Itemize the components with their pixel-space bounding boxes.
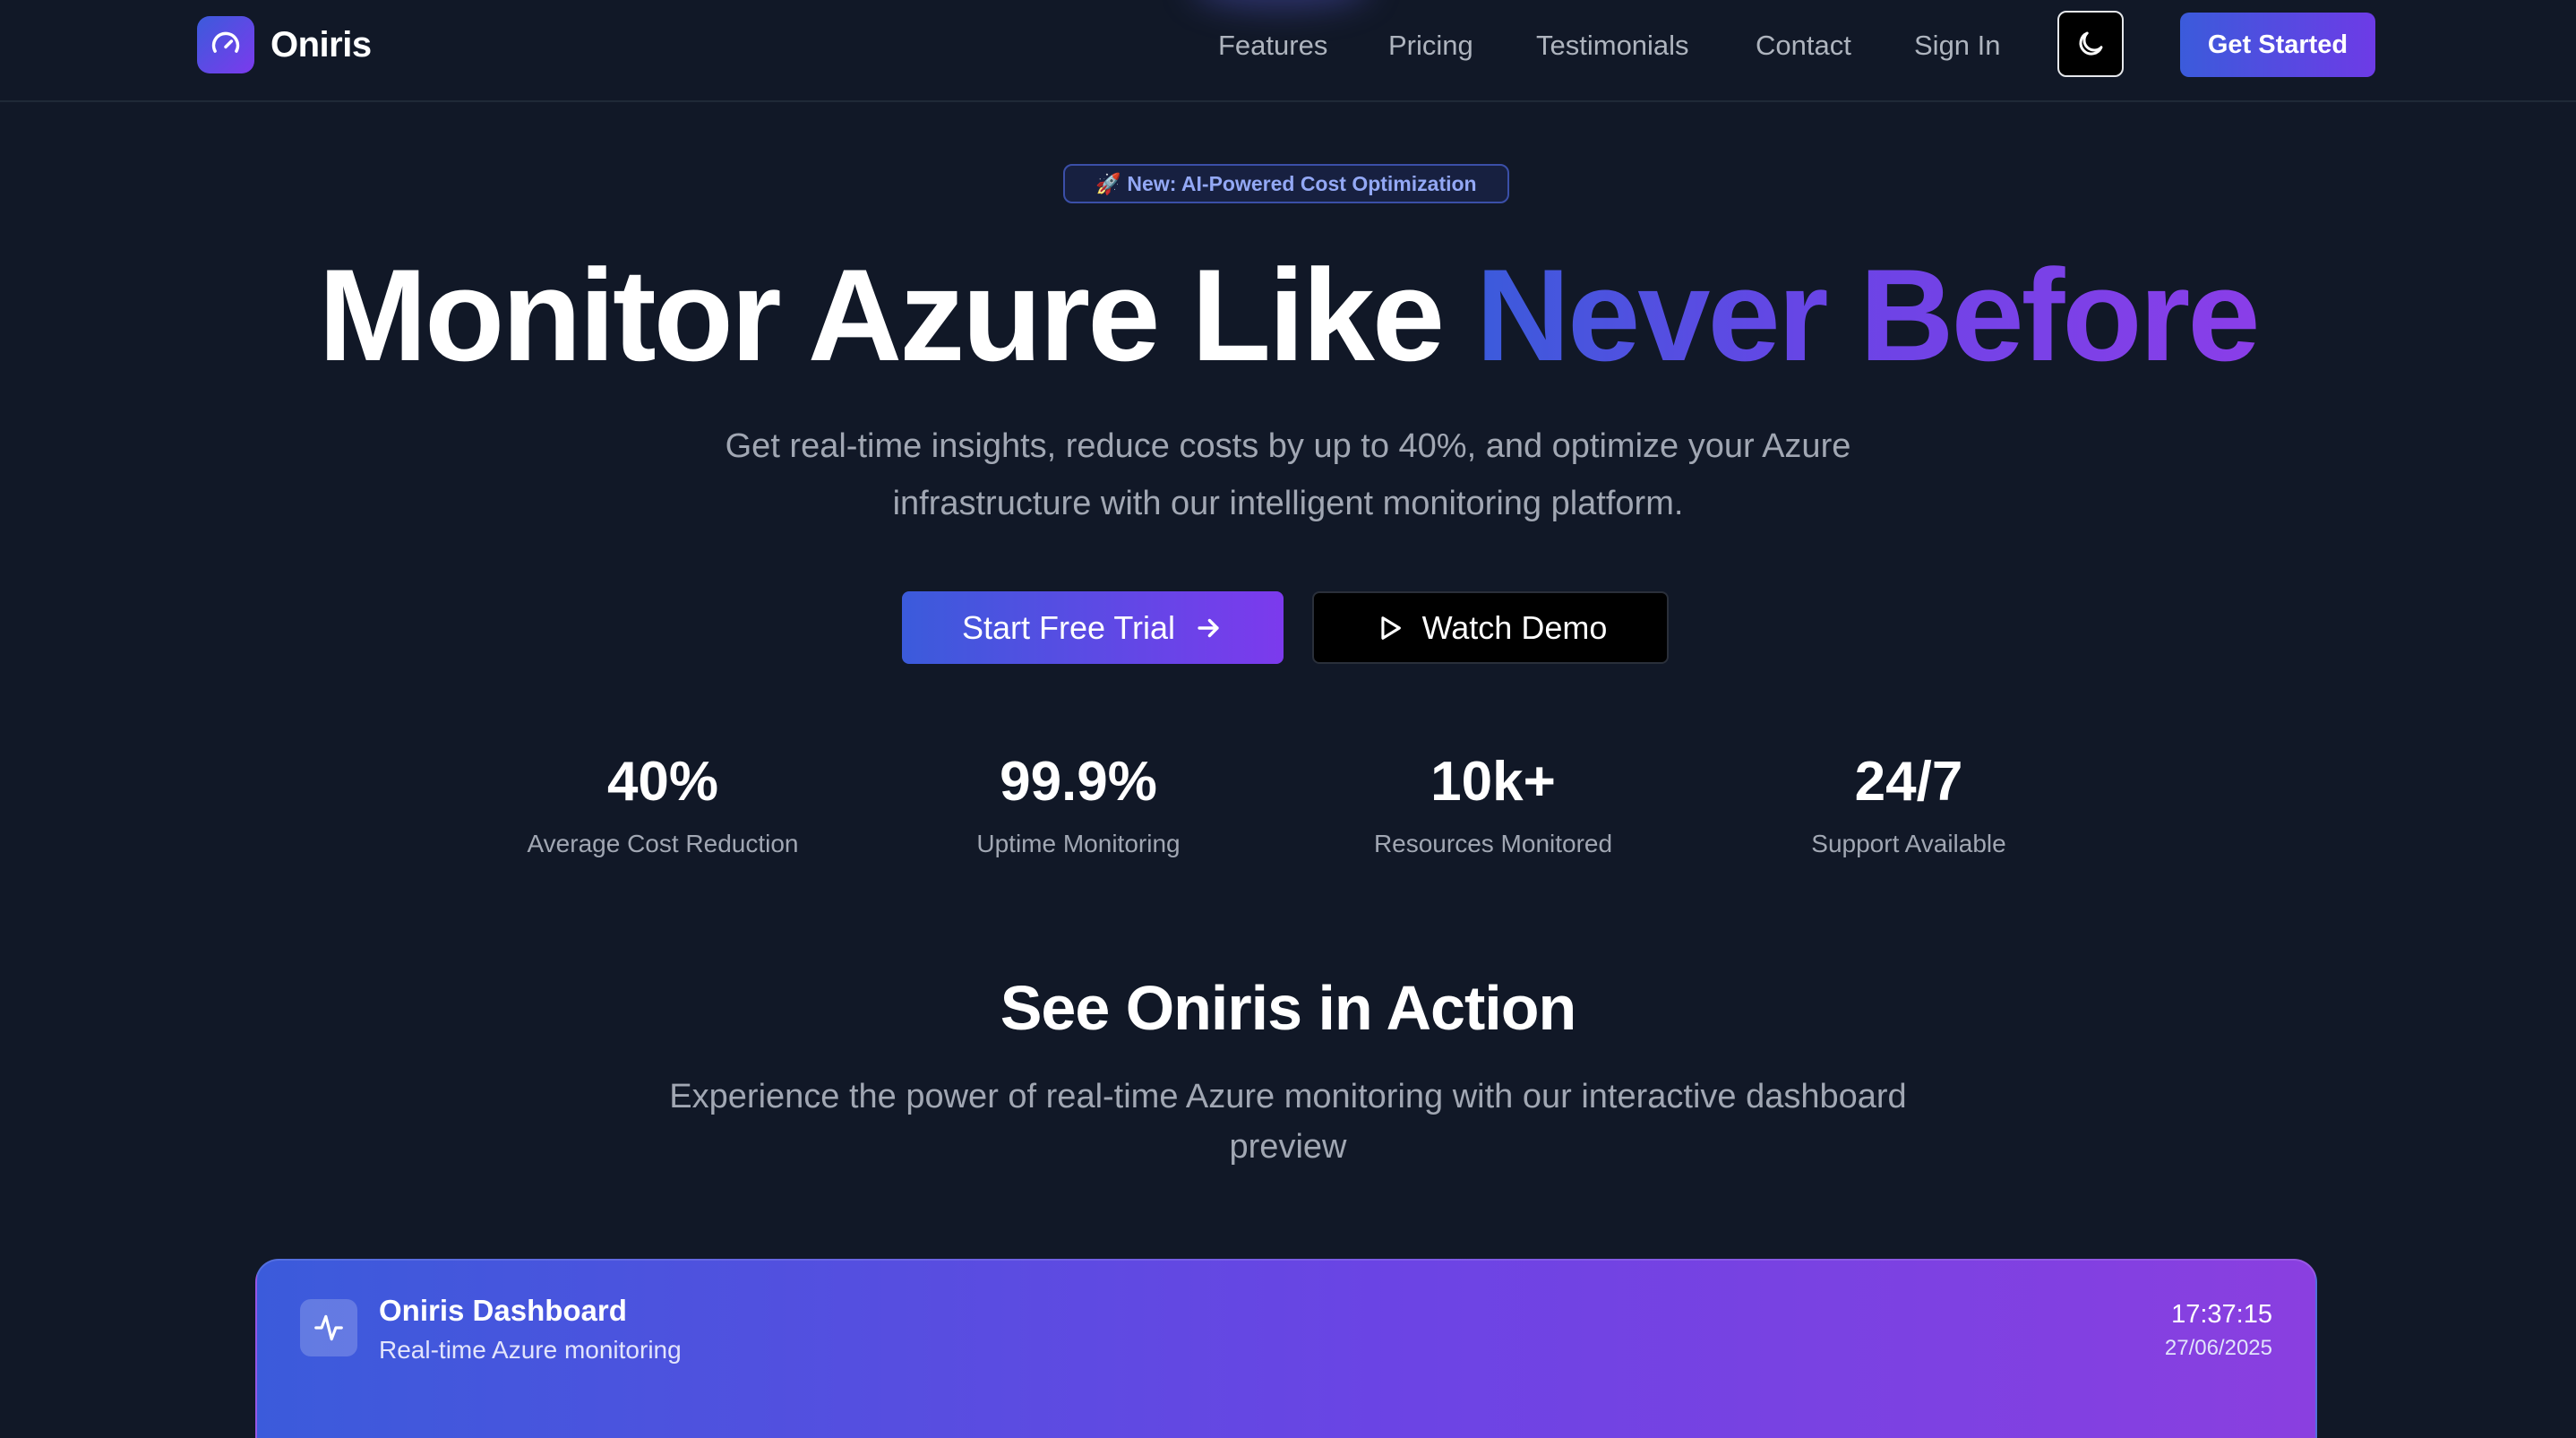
theme-toggle-button[interactable] xyxy=(2057,11,2124,77)
headline-main: Monitor Azure Like xyxy=(318,242,1476,388)
stat-value: 40% xyxy=(606,751,719,813)
dashboard-date: 27/06/2025 xyxy=(2164,1336,2272,1360)
dashboard-title: Oniris Dashboard xyxy=(379,1294,627,1327)
brand-name: Oniris xyxy=(270,24,372,65)
dashboard-subtitle: Real-time Azure monitoring xyxy=(379,1336,682,1364)
dashboard-preview-header: Oniris Dashboard Real-time Azure monitor… xyxy=(255,1259,2317,1438)
play-icon xyxy=(1374,613,1404,643)
section-title: See Oniris in Action xyxy=(1000,973,1577,1043)
stat-label: Support Available xyxy=(1811,830,2006,857)
speedometer-icon xyxy=(197,16,254,73)
nav-link-testimonials[interactable]: Testimonials xyxy=(1536,23,1689,68)
top-navbar: Oniris Features Pricing Testimonials Con… xyxy=(0,0,2576,102)
nav-link-features[interactable]: Features xyxy=(1218,23,1327,68)
stat-label: Resources Monitored xyxy=(1373,830,1613,857)
stat-support: 24/7 Support Available xyxy=(1721,742,2097,862)
dashboard-clock: 17:37:15 xyxy=(2171,1300,2272,1329)
arrow-right-icon xyxy=(1193,613,1224,643)
hero-headline: Monitor Azure Like Never Before xyxy=(0,235,2576,396)
stat-value: 10k+ xyxy=(1430,751,1556,813)
headline-accent: Never Before xyxy=(1475,242,2261,388)
brand-logo-link[interactable]: Oniris xyxy=(197,16,372,73)
get-started-button[interactable]: Get Started xyxy=(2180,13,2375,77)
start-free-trial-button[interactable]: Start Free Trial xyxy=(902,591,1284,664)
moon-icon xyxy=(2074,28,2107,60)
stat-resources: 10k+ Resources Monitored xyxy=(1305,742,1681,862)
stat-value: 24/7 xyxy=(1854,751,1963,813)
start-free-trial-label: Start Free Trial xyxy=(961,608,1176,646)
stat-label: Uptime Monitoring xyxy=(976,830,1181,857)
section-subtitle: Experience the power of real-time Azure … xyxy=(669,1078,1907,1166)
nav-glow-decoration xyxy=(1191,0,1370,9)
hero-subtitle: Get real-time insights, reduce costs by … xyxy=(725,427,1851,522)
stat-value: 99.9% xyxy=(1000,751,1157,813)
activity-icon xyxy=(300,1299,357,1356)
stat-cost-reduction: 40% Average Cost Reduction xyxy=(475,742,851,862)
stat-uptime: 99.9% Uptime Monitoring xyxy=(890,742,1267,862)
nav-link-sign-in[interactable]: Sign In xyxy=(1914,23,2001,68)
stat-label: Average Cost Reduction xyxy=(527,830,799,857)
watch-demo-label: Watch Demo xyxy=(1421,608,1608,646)
nav-link-contact[interactable]: Contact xyxy=(1756,23,1851,68)
watch-demo-button[interactable]: Watch Demo xyxy=(1312,591,1669,664)
nav-link-pricing[interactable]: Pricing xyxy=(1388,23,1473,68)
announcement-badge: 🚀 New: AI-Powered Cost Optimization xyxy=(1063,164,1509,203)
